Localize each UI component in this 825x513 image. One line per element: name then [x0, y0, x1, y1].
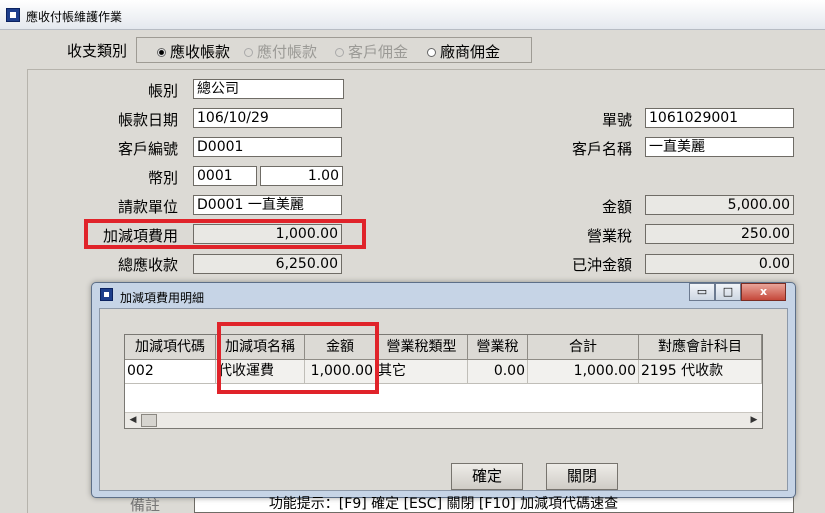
radio-dot-icon	[244, 48, 253, 57]
type-radio-group: 應收帳款 應付帳款 客戶佣金 廠商佣金	[136, 37, 532, 63]
main-title-bar: 應收付帳維護作業	[0, 0, 825, 30]
date-field[interactable]: 106/10/29	[193, 108, 342, 128]
type-selector-label: 收支類別	[67, 42, 128, 60]
dialog-title: 加減項費用明細	[120, 291, 205, 305]
total-receivable-field[interactable]: 6,250.00	[193, 254, 342, 274]
name-amount-highlight	[217, 322, 379, 394]
cell-tax[interactable]: 0.00	[468, 360, 528, 384]
maximize-button[interactable]: □	[715, 283, 741, 301]
currency-code-field[interactable]: 0001	[193, 166, 257, 186]
close-button[interactable]: 關閉	[546, 463, 618, 490]
app-window-icon	[6, 8, 20, 22]
scroll-thumb[interactable]	[141, 414, 157, 427]
customer-name-label: 客戶名稱	[571, 140, 632, 158]
billing-unit-label: 請款單位	[117, 198, 178, 216]
radio-customer-commission[interactable]: 客戶佣金	[335, 41, 408, 62]
close-window-button[interactable]: x	[741, 283, 786, 301]
column-header-tax[interactable]: 營業稅	[468, 335, 528, 360]
offset-label: 已沖金額	[571, 256, 632, 274]
column-header-tax-type[interactable]: 營業稅類型	[376, 335, 468, 360]
total-receivable-label: 總應收款	[117, 256, 178, 274]
tax-field[interactable]: 250.00	[645, 224, 794, 244]
adjust-fee-highlight	[84, 219, 366, 249]
billing-unit-field[interactable]: D0001 一直美麗	[193, 195, 342, 215]
radio-dot-icon	[427, 48, 436, 57]
adjust-fee-dialog: 加減項費用明細 ▭ □ x 加減項代碼 加減項名稱 金額 營業稅類型 營業稅 合…	[91, 282, 796, 512]
radio-dot-icon	[157, 48, 166, 57]
date-label: 帳款日期	[117, 111, 178, 129]
account-field[interactable]: 總公司	[193, 79, 344, 99]
radio-payable[interactable]: 應付帳款	[244, 41, 317, 62]
amount-label: 金額	[601, 198, 632, 216]
window-title: 應收付帳維護作業	[26, 10, 123, 24]
left-arrow-icon[interactable]: ◀	[125, 413, 141, 428]
dialog-body: 加減項代碼 加減項名稱 金額 營業稅類型 營業稅 合計 對應會計科目 002 代…	[99, 308, 788, 512]
order-no-label: 單號	[601, 111, 632, 129]
customer-code-field[interactable]: D0001	[193, 137, 342, 157]
cell-account[interactable]: 2195 代收款	[639, 360, 762, 384]
radio-dot-icon	[335, 48, 344, 57]
confirm-button[interactable]: 確定	[451, 463, 523, 490]
customer-code-label: 客戶編號	[117, 140, 178, 158]
horizontal-scrollbar[interactable]: ◀ ▶	[125, 412, 762, 428]
account-label: 帳別	[147, 82, 178, 100]
order-no-field[interactable]: 1061029001	[645, 108, 794, 128]
cell-tax-type[interactable]: 其它	[376, 360, 468, 384]
cell-total[interactable]: 1,000.00	[528, 360, 639, 384]
currency-rate-field[interactable]: 1.00	[260, 166, 343, 186]
function-hint: 功能提示：[F9] 確定 [ESC] 關閉 [F10] 加減項代碼速查	[268, 496, 619, 512]
column-header-total[interactable]: 合計	[528, 335, 639, 360]
currency-label: 幣別	[147, 169, 178, 187]
column-header-code[interactable]: 加減項代碼	[125, 335, 216, 360]
radio-receivable[interactable]: 應收帳款	[157, 41, 230, 62]
customer-name-field[interactable]: 一直美麗	[645, 137, 794, 157]
tax-label: 營業稅	[586, 227, 632, 245]
cell-code[interactable]: 002	[125, 360, 216, 384]
amount-field[interactable]: 5,000.00	[645, 195, 794, 215]
right-arrow-icon[interactable]: ▶	[746, 413, 762, 428]
minimize-button[interactable]: ▭	[689, 283, 715, 301]
column-header-account[interactable]: 對應會計科目	[639, 335, 762, 360]
radio-vendor-commission[interactable]: 廠商佣金	[427, 41, 500, 62]
dialog-window-icon	[100, 288, 113, 301]
offset-field[interactable]: 0.00	[645, 254, 794, 274]
